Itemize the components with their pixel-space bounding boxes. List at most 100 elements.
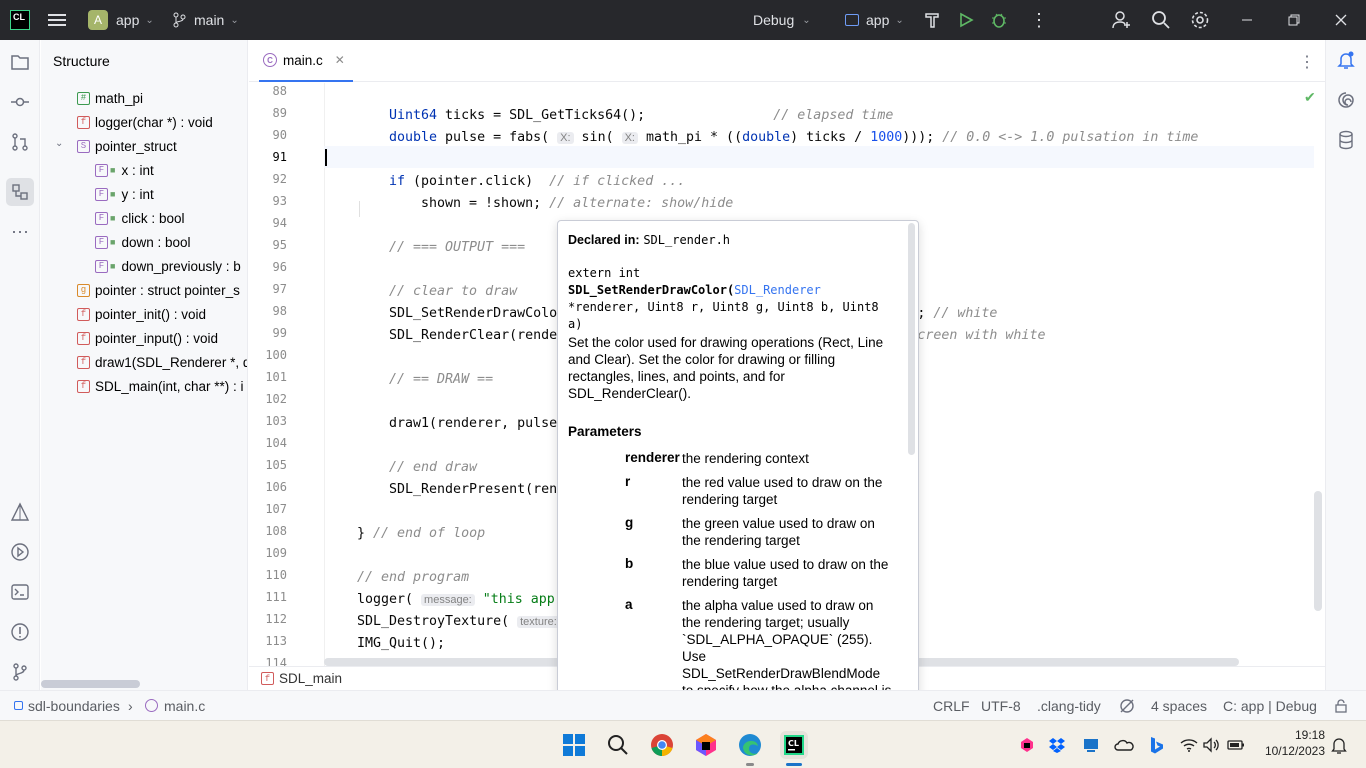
tray-display-icon[interactable] xyxy=(1080,731,1102,759)
structure-item[interactable]: F ■ down : bool xyxy=(95,231,191,253)
structure-hscrollbar[interactable] xyxy=(41,680,140,688)
run-button[interactable] xyxy=(958,0,974,40)
terminal-tool-button[interactable] xyxy=(6,578,34,606)
notifications-button[interactable] xyxy=(1336,50,1356,73)
git-branch-icon xyxy=(173,12,186,28)
dropbox-icon[interactable] xyxy=(1046,731,1068,759)
status-project[interactable]: sdl-boundaries xyxy=(14,691,120,720)
bing-icon[interactable] xyxy=(1145,731,1167,759)
cmake-tool-button[interactable] xyxy=(6,498,34,526)
line-number: 109 xyxy=(265,546,287,560)
onedrive-icon[interactable] xyxy=(1113,731,1135,759)
main-menu-button[interactable] xyxy=(48,0,68,40)
function-icon: f xyxy=(77,355,90,369)
structure-item-label: y : int xyxy=(121,186,154,202)
field-icon: F xyxy=(95,187,108,201)
branch-selector[interactable]: main ⌄ xyxy=(172,0,239,40)
line-separator[interactable]: CRLF xyxy=(933,691,970,720)
chevron-down-icon[interactable]: ⌄ xyxy=(55,138,63,149)
inspection-off-icon[interactable] xyxy=(1119,691,1135,720)
problems-tool-button[interactable] xyxy=(6,618,34,646)
clock-time: 19:18 xyxy=(1294,728,1325,742)
cmake-triangle-icon xyxy=(10,502,30,521)
debug-button[interactable] xyxy=(990,0,1008,40)
line-number: 105 xyxy=(265,458,287,472)
search-button[interactable] xyxy=(1151,0,1171,40)
project-selector[interactable]: A app ⌄ xyxy=(88,0,154,40)
declared-in: Declared in: SDL_render.h xyxy=(568,233,731,247)
structure-item[interactable]: g pointer : struct pointer_s xyxy=(77,279,240,301)
structure-item[interactable]: f logger(char *) : void xyxy=(77,111,213,133)
edge-button[interactable] xyxy=(736,731,764,766)
chrome-button[interactable] xyxy=(648,731,676,759)
renderer-type-link[interactable]: SDL_Renderer xyxy=(734,283,821,297)
tab-actions-icon[interactable]: ⋮ xyxy=(1299,52,1315,72)
structure-item[interactable]: F ■ y : int xyxy=(95,183,154,205)
structure-tool-button[interactable] xyxy=(6,178,34,206)
lock-icon[interactable] xyxy=(1334,691,1348,720)
function-icon: f xyxy=(261,672,274,685)
line-number: 96 xyxy=(272,260,287,274)
windows-taskbar: CL 19:18 10/12/2023 xyxy=(0,720,1366,768)
structure-item[interactable]: f pointer_init() : void xyxy=(77,303,206,325)
structure-item-label: pointer_input() : void xyxy=(95,330,219,346)
volume-icon[interactable] xyxy=(1200,731,1222,759)
pull-requests-tool-button[interactable] xyxy=(6,128,34,156)
structure-item[interactable]: Spointer_struct xyxy=(77,135,177,157)
build-button[interactable] xyxy=(923,0,941,40)
start-button[interactable] xyxy=(560,731,588,759)
settings-button[interactable] xyxy=(1190,0,1210,40)
close-window-button[interactable] xyxy=(1335,0,1347,40)
structure-item[interactable]: F ■ down_previously : b xyxy=(95,255,241,277)
database-button[interactable] xyxy=(1336,130,1356,153)
structure-item[interactable]: f SDL_main(int, char **) : i xyxy=(77,375,244,397)
commit-tool-button[interactable] xyxy=(6,88,34,116)
project-tool-button[interactable] xyxy=(6,48,34,76)
quick-documentation-popup[interactable]: Declared in: SDL_render.h extern int SDL… xyxy=(557,220,919,719)
param-name: a xyxy=(625,597,633,612)
git-tool-button[interactable] xyxy=(6,658,34,686)
jetbrains-toolbox-button[interactable] xyxy=(692,731,720,759)
target-selector[interactable]: app ⌄ xyxy=(845,0,904,40)
status-file[interactable]: main.c xyxy=(145,691,205,720)
notification-center-button[interactable] xyxy=(1328,731,1350,759)
search-icon xyxy=(1152,11,1170,29)
structure-item[interactable]: f draw1(SDL_Renderer *, d xyxy=(77,351,247,373)
structure-item[interactable]: F ■ click : bool xyxy=(95,207,184,229)
param-description: the red value used to draw on the render… xyxy=(682,475,883,507)
chevron-down-icon: ⌄ xyxy=(895,14,904,26)
clion-taskbar-button[interactable]: CL xyxy=(780,731,808,766)
clock[interactable]: 19:18 10/12/2023 xyxy=(1255,727,1325,759)
services-tool-button[interactable] xyxy=(6,538,34,566)
tab-main-c[interactable]: C main.c ✕ xyxy=(259,40,353,82)
structure-item[interactable]: # math_pi xyxy=(77,87,143,109)
editor-vscrollbar[interactable] xyxy=(1314,491,1322,611)
resolve-context[interactable]: C: app | Debug xyxy=(1223,691,1317,720)
signature-line-2: SDL_SetRenderDrawColor(SDL_Renderer xyxy=(568,283,821,297)
indent-setting[interactable]: 4 spaces xyxy=(1151,691,1207,720)
more-tool-windows-icon[interactable]: ⋯ xyxy=(6,218,34,246)
structure-item[interactable]: f pointer_input() : void xyxy=(77,327,218,349)
ai-assistant-button[interactable] xyxy=(1336,90,1356,113)
close-icon[interactable]: ✕ xyxy=(335,53,345,67)
tray-toolbox-icon[interactable] xyxy=(1016,731,1038,759)
structure-item[interactable]: F ■ x : int xyxy=(95,159,154,181)
breadcrumb-function[interactable]: SDL_main xyxy=(279,671,342,686)
project-name: app xyxy=(116,12,140,28)
popup-scrollbar[interactable] xyxy=(908,223,915,455)
minimize-button[interactable] xyxy=(1241,0,1253,40)
maximize-button[interactable] xyxy=(1288,0,1300,40)
module-icon xyxy=(14,701,23,710)
app-target-icon xyxy=(845,14,859,26)
taskbar-search-button[interactable] xyxy=(604,731,632,759)
add-user-button[interactable] xyxy=(1111,0,1133,40)
code-line-110: // end program xyxy=(357,570,470,585)
battery-icon[interactable] xyxy=(1225,731,1247,759)
line-number: 90 xyxy=(272,128,287,142)
wifi-icon[interactable] xyxy=(1178,731,1200,759)
clang-tidy-status[interactable]: .clang-tidy xyxy=(1037,691,1101,720)
run-config-name: Debug xyxy=(753,12,795,28)
run-config-selector[interactable]: Debug ⌄ xyxy=(753,0,811,40)
file-encoding[interactable]: UTF-8 xyxy=(981,691,1021,720)
more-actions-icon[interactable]: ⋮ xyxy=(1030,0,1048,40)
